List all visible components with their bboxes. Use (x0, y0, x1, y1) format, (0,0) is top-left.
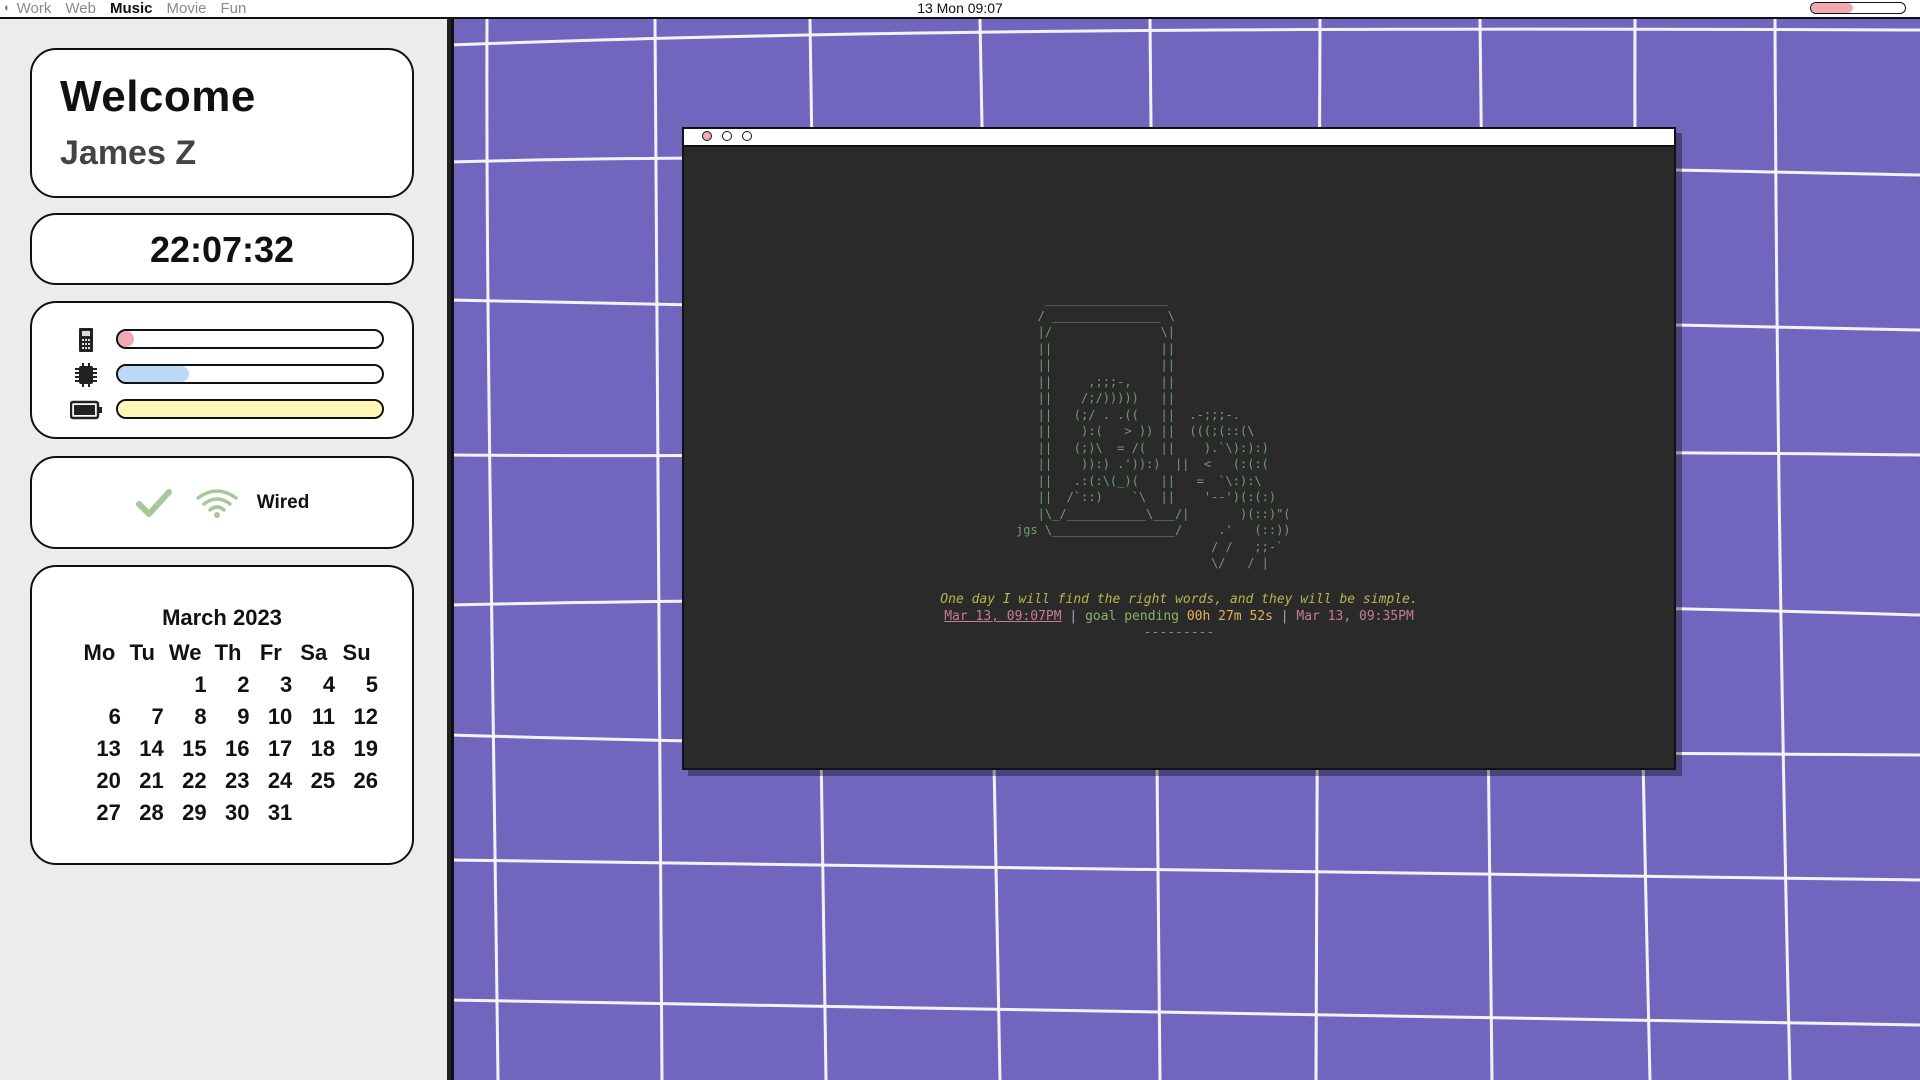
calendar-day[interactable]: 14 (121, 736, 163, 762)
quote-text: One day I will find the right words, and… (940, 592, 1418, 607)
sidebar-dashboard: Welcome James Z 22:07:32 Wired March 202… (0, 19, 451, 1080)
calendar-weekday: Su (342, 640, 371, 665)
battery-stat (70, 397, 390, 423)
memory-icon (79, 328, 93, 352)
clock-time: 22:07:32 (149, 229, 295, 270)
cpu-stat (70, 362, 390, 388)
workspace-movie[interactable]: Movie (166, 0, 206, 17)
calendar-day[interactable]: 22 (164, 768, 206, 794)
calendar-day[interactable]: 27 (78, 800, 120, 826)
wifi-icon (195, 489, 238, 518)
clock-card: 22:07:32 (30, 213, 414, 285)
calendar-day-today[interactable]: 13 (78, 736, 120, 762)
terminal-window[interactable]: _________________ / _______________ \ |/… (682, 127, 1676, 770)
calendar-day[interactable]: 16 (207, 736, 249, 762)
workspace-list: ◐ Work Web Music Movie Fun (0, 0, 260, 17)
calendar-day[interactable]: 30 (207, 800, 249, 826)
calendar-week-row: 6 7 8 9 10 11 12 (78, 701, 378, 733)
divider-dashes: --------- (1143, 625, 1215, 640)
workspace-work[interactable]: Work (17, 0, 52, 17)
goal-start-time: Mar 13, 09:07PM (944, 609, 1062, 624)
user-name: James Z (60, 134, 197, 172)
calendar-title: March 2023 (162, 605, 282, 630)
calendar-day[interactable]: 11 (292, 704, 335, 730)
memory-bar-fill (118, 331, 134, 347)
calendar-day[interactable]: 23 (207, 768, 249, 794)
calendar-day[interactable]: 8 (164, 704, 206, 730)
calendar-week-row: 13 14 15 16 17 18 19 (78, 733, 378, 765)
calendar-day[interactable]: 6 (78, 704, 121, 730)
calendar-weekday: Sa (300, 640, 328, 665)
calendar-day[interactable]: 25 (292, 768, 335, 794)
topbar-clock: 13 Mon 09:07 (917, 0, 1003, 16)
system-stats-card (30, 301, 414, 439)
goal-end-time: Mar 13, 09:35PM (1296, 609, 1414, 624)
calendar-weekday: Fr (259, 640, 282, 665)
window-titlebar[interactable] (684, 129, 1674, 147)
network-card: Wired (30, 456, 414, 549)
cpu-bar (116, 364, 384, 384)
battery-bar (116, 399, 384, 419)
top-bar: ◐ Work Web Music Movie Fun 13 Mon 09:07 (0, 0, 1920, 19)
calendar-day[interactable]: 15 (164, 736, 206, 762)
calendar-day[interactable]: 3 (249, 672, 292, 698)
calendar-weekday: Tu (129, 640, 155, 665)
network-label: Wired (256, 492, 310, 513)
calendar-day[interactable]: 26 (335, 768, 378, 794)
workspace-fun[interactable]: Fun (221, 0, 247, 17)
network-row: Wired (32, 486, 412, 520)
calendar-weekday: Th (214, 640, 242, 665)
calendar-weekday-row: Mo Tu We Th Fr Sa Su (78, 637, 378, 669)
checkmark-icon (135, 489, 172, 517)
calendar-week-row: 12345 (78, 669, 378, 701)
volume-slider[interactable] (1810, 2, 1906, 14)
calendar-weekday: Mo (83, 640, 116, 665)
calendar-weekday: We (168, 640, 202, 665)
launcher-icon[interactable]: ◐ (4, 0, 11, 17)
goal-status: goal pending (1085, 609, 1179, 624)
calendar-day[interactable]: 10 (249, 704, 292, 730)
goal-status-line: Mar 13, 09:07PM | goal pending 00h 27m 5… (684, 609, 1674, 624)
minimize-button[interactable] (722, 131, 732, 141)
separator: | (1069, 609, 1078, 624)
calendar-day[interactable]: 12 (335, 704, 378, 730)
cpu-bar-fill (118, 366, 190, 382)
calendar-day[interactable]: 4 (292, 672, 335, 698)
calendar-day[interactable]: 18 (292, 736, 335, 762)
workspace-music[interactable]: Music (110, 0, 153, 17)
calendar-day[interactable]: 7 (121, 704, 163, 730)
ascii-art: _________________ / _______________ \ |/… (1016, 292, 1291, 570)
battery-bar-fill (118, 401, 382, 417)
calendar-card: March 2023 Mo Tu We Th Fr Sa Su 1 2 3 4 5 6 7 8 9 10 11 12… (30, 565, 414, 865)
calendar-day[interactable]: 28 (121, 800, 163, 826)
calendar-day[interactable]: 17 (249, 736, 292, 762)
calendar-day[interactable]: 2 (207, 672, 249, 698)
calendar-day[interactable]: 29 (164, 800, 206, 826)
separator: | (1280, 609, 1289, 624)
calendar-week-row: 20 21 22 23 24 25 26 (78, 765, 378, 797)
goal-remaining: 00h 27m 52s (1186, 609, 1273, 624)
workspace-web[interactable]: Web (65, 0, 96, 17)
calendar-day[interactable]: 31 (249, 800, 292, 826)
memory-stat (70, 327, 390, 353)
calendar-day[interactable]: 20 (78, 768, 120, 794)
welcome-title: Welcome (60, 72, 256, 121)
close-button[interactable] (702, 131, 712, 141)
calendar-day[interactable]: 19 (335, 736, 378, 762)
calendar-day[interactable]: 9 (207, 704, 249, 730)
calendar-day[interactable]: 21 (121, 768, 163, 794)
volume-slider-fill (1811, 3, 1854, 13)
calendar-grid: Mo Tu We Th Fr Sa Su 1 2 3 4 5 6 7 8 9 10 11 12 13 14 15 16 17 1… (78, 637, 378, 829)
cpu-icon (75, 363, 97, 387)
calendar-day[interactable]: 5 (335, 672, 378, 698)
calendar-day[interactable]: 24 (249, 768, 292, 794)
maximize-button[interactable] (742, 131, 752, 141)
memory-bar (116, 329, 384, 349)
welcome-card: Welcome James Z (30, 48, 414, 198)
battery-icon (70, 400, 102, 420)
calendar-day[interactable]: 1 (164, 672, 206, 698)
calendar-week-row: 27 28 29 30 31 (78, 797, 378, 829)
